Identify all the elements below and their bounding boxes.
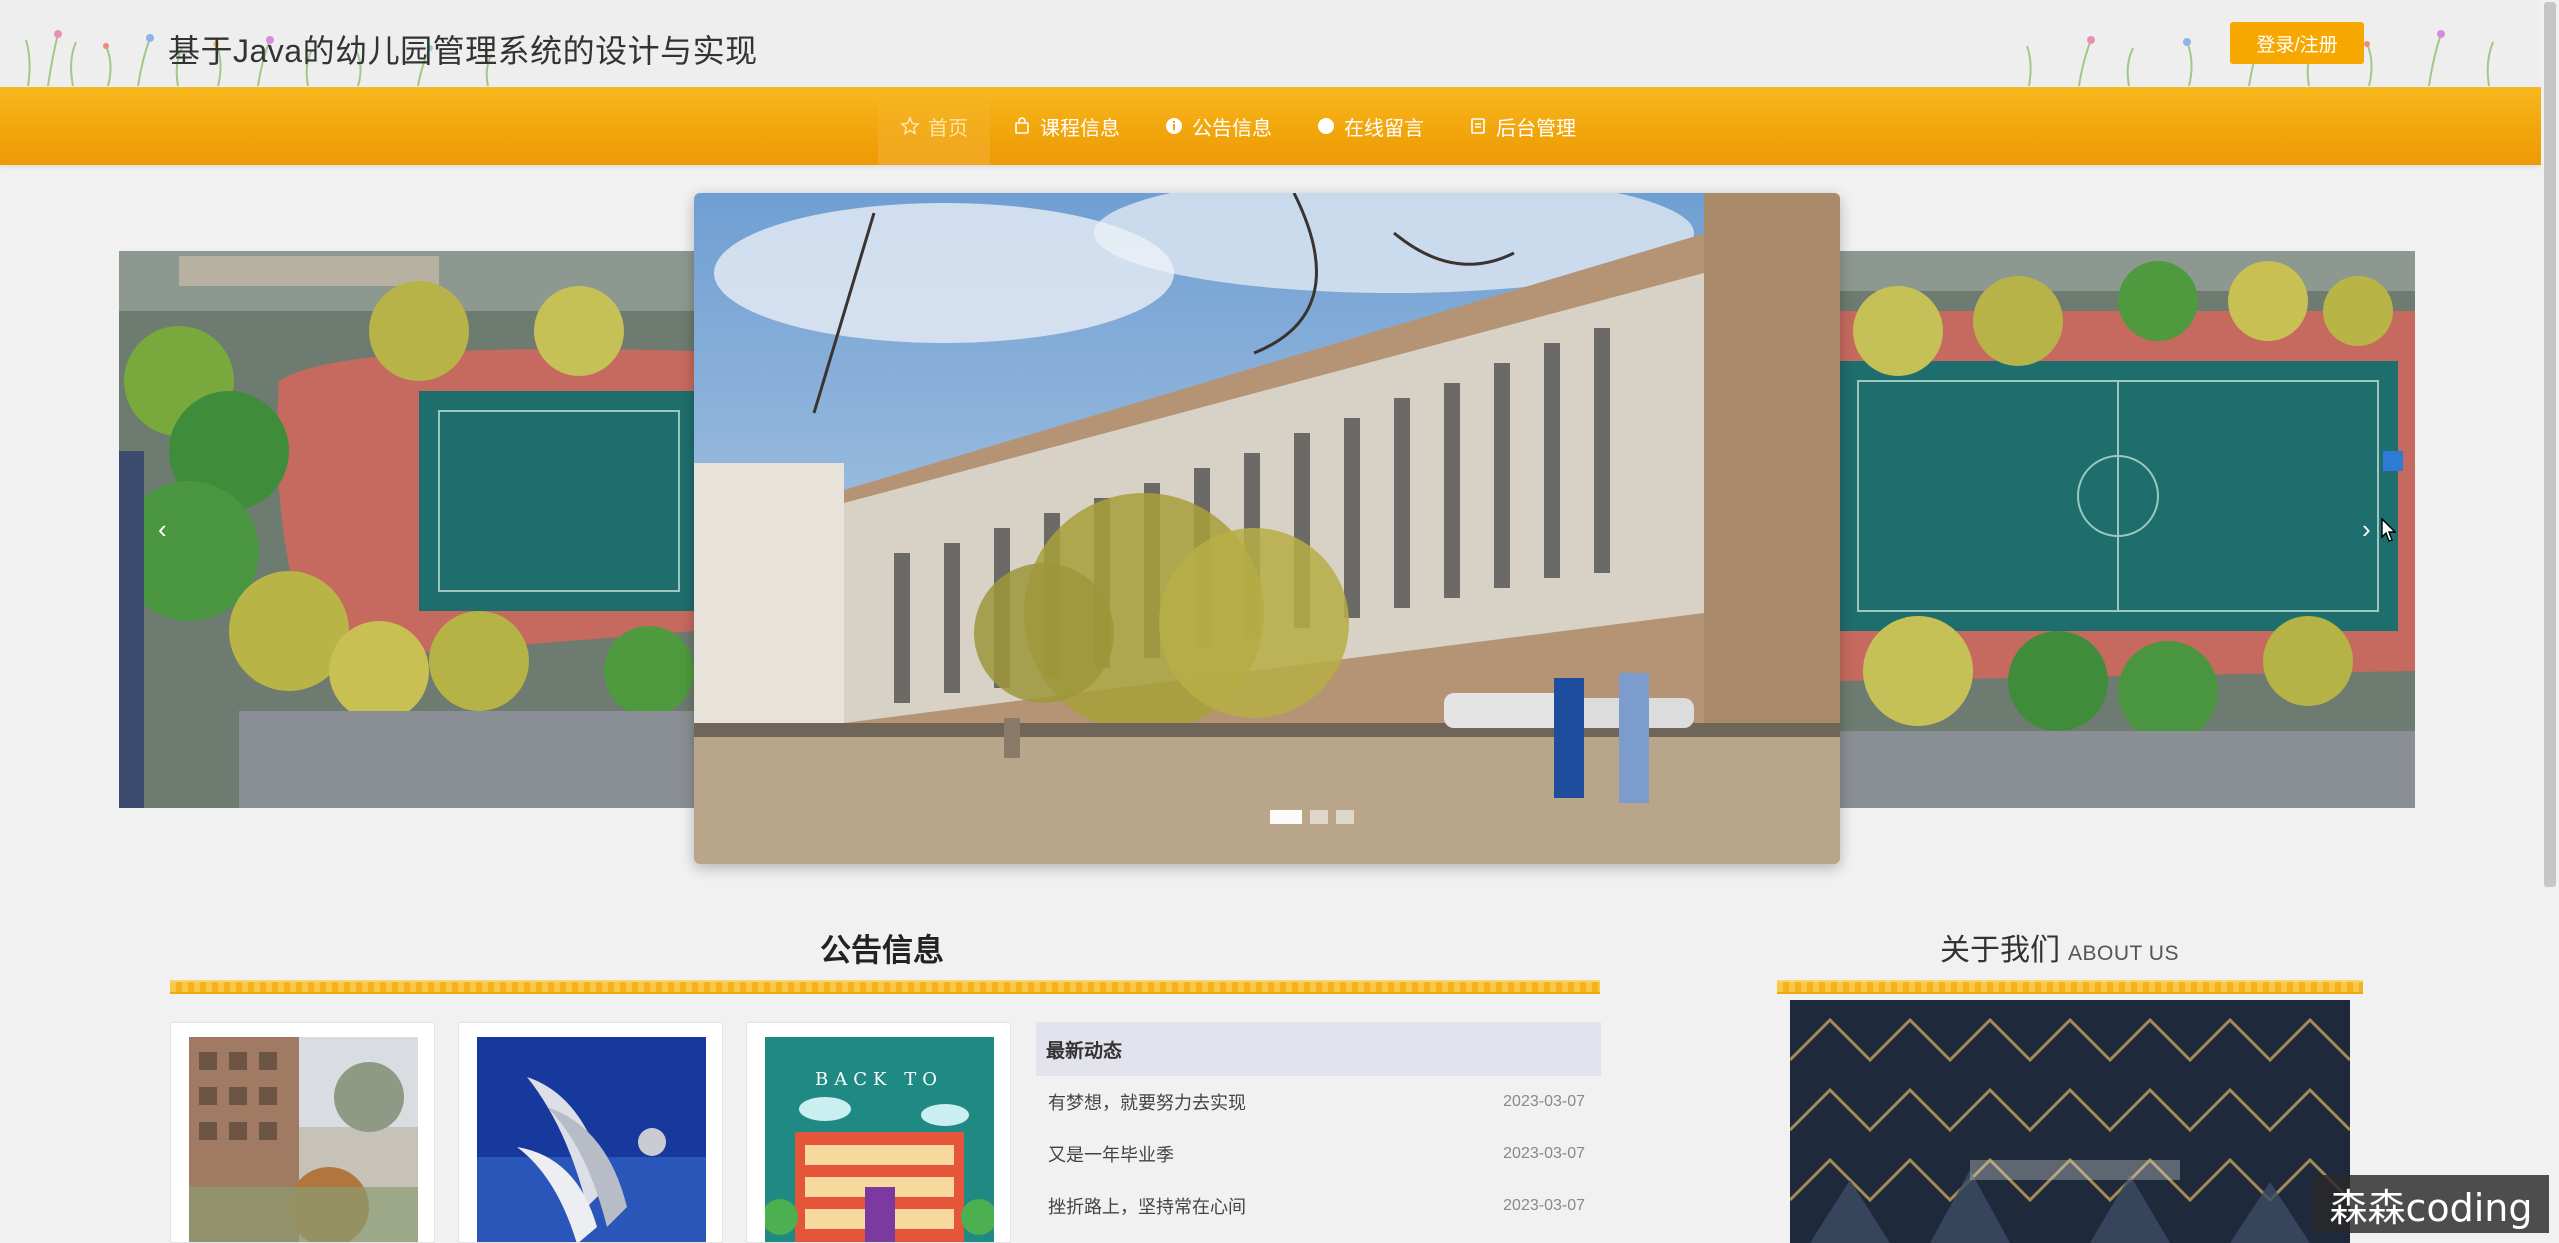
news-item-title: 挫折路上，坚持常在心间	[1048, 1197, 1246, 1217]
campus-building-image	[694, 193, 1840, 864]
chat-icon	[1318, 118, 1334, 134]
nav-item-courses[interactable]: 课程信息	[990, 87, 1142, 165]
bag-icon	[1015, 117, 1029, 134]
notice-image	[477, 1037, 706, 1242]
notice-image: BACK TO	[765, 1037, 994, 1242]
nav-item-label: 在线留言	[1344, 117, 1424, 140]
latest-news-heading: 最新动态	[1036, 1022, 1601, 1076]
latest-news-panel: 最新动态 有梦想，就要努力去实现 2023-03-07 又是一年毕业季 2023…	[1036, 1022, 1601, 1243]
about-subtitle: ABOUT US	[2068, 942, 2179, 965]
news-item-title: 有梦想，就要努力去实现	[1048, 1093, 1246, 1113]
doc-icon	[1471, 118, 1485, 134]
campus-aerial-image	[119, 251, 694, 808]
carousel-indicators	[1270, 810, 1354, 824]
news-item-title: 又是一年毕业季	[1048, 1145, 1174, 1165]
notice-card[interactable]	[458, 1022, 723, 1243]
nav-item-admin[interactable]: 后台管理	[1446, 87, 1598, 165]
carousel-prev-icon[interactable]: ‹	[158, 516, 167, 542]
nav-item-label: 课程信息	[1040, 117, 1120, 140]
news-item[interactable]: 又是一年毕业季 2023-03-07	[1036, 1128, 1601, 1180]
carousel-dot[interactable]	[1336, 810, 1354, 824]
news-item-date: 2023-03-07	[1503, 1145, 1585, 1162]
login-register-button[interactable]: 登录/注册	[2230, 22, 2364, 64]
news-item-date: 2023-03-07	[1503, 1093, 1585, 1110]
watermark-badge: 森森coding	[2313, 1175, 2549, 1233]
section-divider	[170, 980, 1600, 994]
section-divider	[1777, 980, 2363, 994]
back-to-caption: BACK TO	[815, 1069, 943, 1090]
campus-aerial-image	[1838, 251, 2415, 808]
about-title-text: 关于我们	[1940, 934, 2060, 967]
notice-card[interactable]	[170, 1022, 435, 1243]
nav-item-home[interactable]: 首页	[878, 87, 990, 165]
nav-item-label: 后台管理	[1496, 117, 1576, 140]
nav-item-label: 首页	[928, 117, 968, 140]
news-item[interactable]: 挫折路上，坚持常在心间 2023-03-07	[1036, 1180, 1601, 1232]
scrollbar-thumb[interactable]	[2544, 2, 2556, 887]
about-section-title: 关于我们 ABOUT US	[1940, 925, 2179, 969]
nav-item-notices[interactable]: 公告信息	[1142, 87, 1294, 165]
star-icon	[900, 116, 920, 135]
about-image	[1790, 1000, 2350, 1243]
carousel-slide-next[interactable]	[1838, 251, 2415, 808]
carousel-dot[interactable]	[1270, 810, 1302, 824]
news-item[interactable]: 有梦想，就要努力去实现 2023-03-07	[1036, 1076, 1601, 1128]
nav-item-messages[interactable]: 在线留言	[1294, 87, 1446, 165]
nav-item-label: 公告信息	[1192, 117, 1272, 140]
carousel-dot[interactable]	[1310, 810, 1328, 824]
notice-image	[189, 1037, 418, 1242]
carousel-slide-active[interactable]	[694, 193, 1840, 864]
carousel-slide-prev[interactable]	[119, 251, 694, 808]
carousel-next-icon[interactable]: ›	[2362, 516, 2371, 542]
main-nav: 首页 课程信息 公告信息 在线留言 后台管理	[0, 87, 2541, 165]
site-header: 基于Java的幼儿园管理系统的设计与实现 登录/注册	[0, 0, 2559, 88]
info-icon	[1166, 118, 1182, 134]
mountain-pattern-image	[1790, 1000, 2350, 1243]
notice-card[interactable]: BACK TO	[746, 1022, 1011, 1243]
site-title: 基于Java的幼儿园管理系统的设计与实现	[168, 33, 758, 69]
news-item-date: 2023-03-07	[1503, 1197, 1585, 1214]
mouse-cursor-icon	[2381, 517, 2397, 542]
page-scrollbar[interactable]	[2541, 0, 2559, 1243]
notices-section-title: 公告信息	[820, 933, 944, 968]
